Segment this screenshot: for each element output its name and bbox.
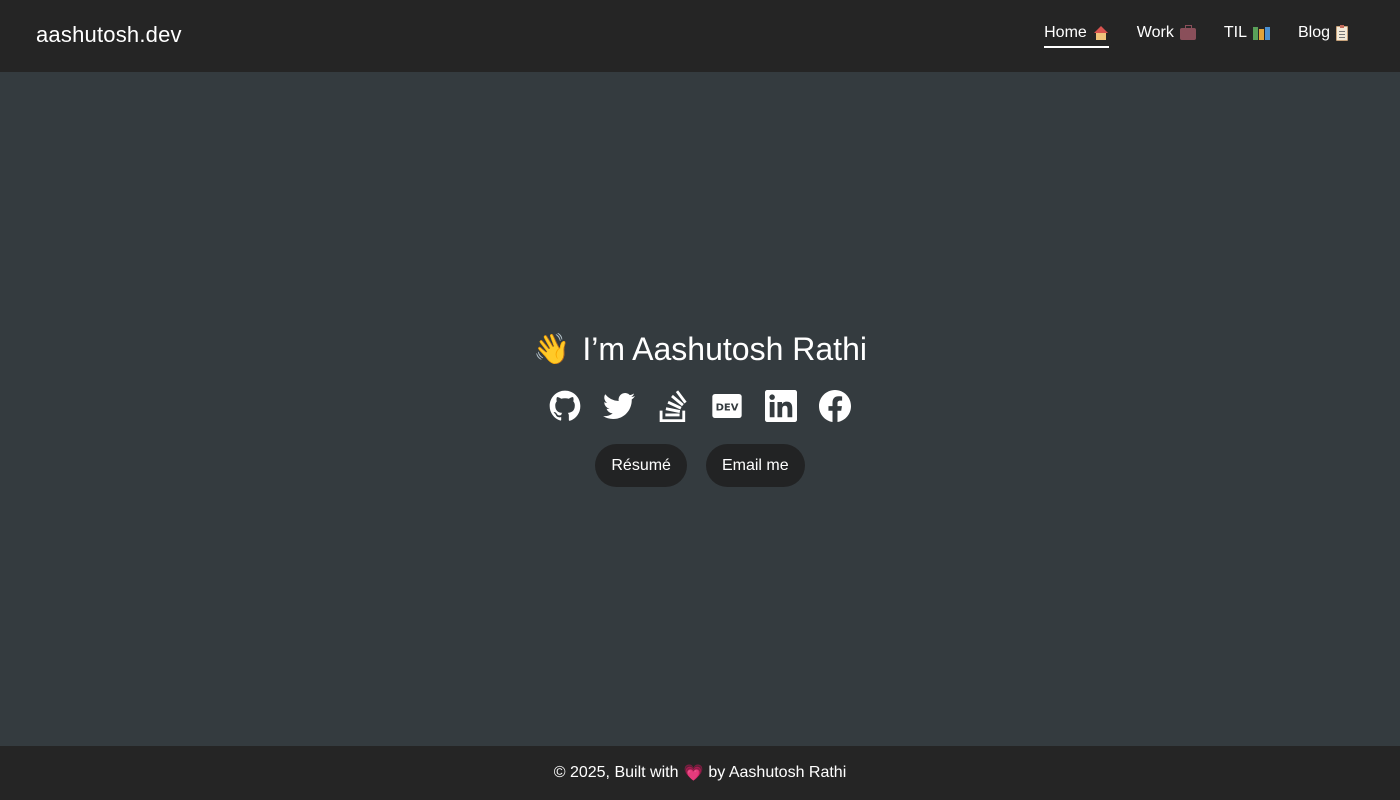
footer-prefix: © 2025, Built with <box>553 764 679 781</box>
stackoverflow-link[interactable] <box>657 390 689 422</box>
facebook-link[interactable] <box>819 390 851 422</box>
svg-text:DEV: DEV <box>716 403 739 414</box>
briefcase-icon <box>1179 25 1196 40</box>
house-icon <box>1093 26 1109 40</box>
dev-to-link[interactable]: DEV <box>711 390 743 422</box>
dev-to-icon: DEV <box>712 394 742 418</box>
nav-til[interactable]: TIL <box>1224 22 1270 48</box>
site-header: aashutosh.dev Home Work TIL Blog <box>0 0 1400 72</box>
main-nav: Home Work TIL Blog <box>1016 22 1348 48</box>
clipboard-icon <box>1336 24 1348 41</box>
nav-blog[interactable]: Blog <box>1298 22 1348 48</box>
linkedin-icon <box>765 390 797 422</box>
brand-link[interactable]: aashutosh.dev <box>36 22 182 48</box>
footer-suffix: by Aashutosh Rathi <box>708 764 847 781</box>
waving-hand-icon: 👋 <box>533 332 571 366</box>
social-links: DEV <box>549 390 851 422</box>
stackoverflow-icon <box>659 390 687 422</box>
nav-work-label: Work <box>1136 24 1174 41</box>
hero-actions: Résumé Email me <box>595 444 805 487</box>
github-link[interactable] <box>549 390 581 422</box>
page-title: 👋 I’m Aashutosh Rathi <box>533 331 867 368</box>
heart-icon: 💗 <box>683 765 704 782</box>
site-footer: © 2025, Built with 💗 by Aashutosh Rathi <box>0 746 1400 800</box>
hero-section: 👋 I’m Aashutosh Rathi DEV Résumé Email m… <box>0 72 1400 746</box>
greeting-text: I’m Aashutosh Rathi <box>582 331 867 367</box>
facebook-icon <box>819 390 851 422</box>
nav-blog-label: Blog <box>1297 24 1330 41</box>
resume-button[interactable]: Résumé <box>595 444 687 487</box>
linkedin-link[interactable] <box>765 390 797 422</box>
nav-home-label: Home <box>1044 24 1087 41</box>
email-button[interactable]: Email me <box>705 444 805 487</box>
nav-home[interactable]: Home <box>1044 22 1109 48</box>
twitter-icon <box>603 393 635 419</box>
books-icon <box>1252 26 1270 40</box>
nav-work[interactable]: Work <box>1137 22 1196 48</box>
twitter-link[interactable] <box>603 390 635 422</box>
github-icon <box>549 390 581 421</box>
nav-til-label: TIL <box>1223 24 1247 41</box>
